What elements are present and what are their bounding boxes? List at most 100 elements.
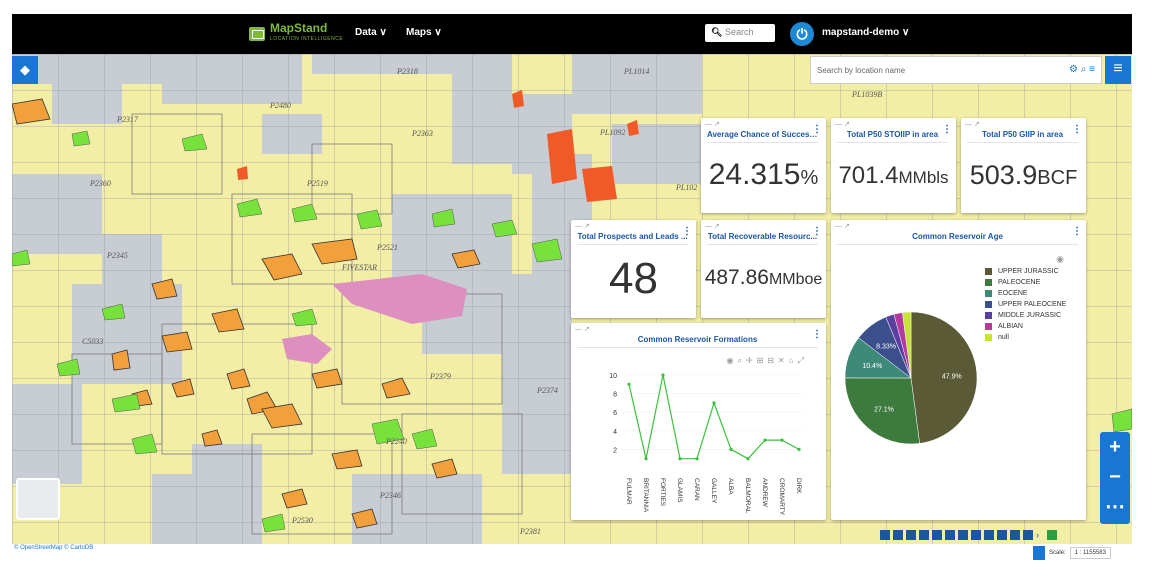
tool-icon[interactable]	[893, 530, 903, 540]
basemap-switcher[interactable]	[16, 478, 60, 520]
svg-text:C5033: C5033	[82, 337, 103, 346]
mapstand-logo[interactable]: MapStand LOCATION INTELLIGENCE	[249, 21, 344, 45]
kpi-value: 701.4MMbls	[838, 162, 949, 189]
scale-value[interactable]: 1 : 1155583	[1069, 547, 1111, 559]
tool-icon[interactable]	[945, 530, 955, 540]
search-icon[interactable]: ⌕	[1081, 64, 1087, 75]
legend-swatch	[985, 312, 992, 319]
data-point	[746, 457, 750, 461]
series-line	[628, 374, 800, 460]
legend-swatch	[985, 334, 992, 341]
panel-total-giip[interactable]: — ↗ ⋮ Total P50 GIIP in area 503.9BCF	[961, 118, 1086, 213]
legend-item[interactable]: UPPER PALEOCENE	[985, 299, 1066, 310]
location-search-placeholder: Search by location name	[817, 66, 906, 75]
power-icon[interactable]: ⏻	[790, 22, 814, 46]
panel-average-chance[interactable]: — ↗ ⋮ Average Chance of Success ... 24.3…	[701, 118, 826, 213]
zoom-out-button[interactable]: −	[1100, 462, 1130, 492]
data-point	[627, 382, 631, 386]
tool-icon[interactable]	[997, 530, 1007, 540]
svg-text:PL1014: PL1014	[623, 67, 649, 76]
legend-item[interactable]: null	[985, 332, 1066, 343]
map-credit[interactable]: © OpenStreetMap © CartoDB	[14, 545, 93, 551]
menu-button[interactable]: ≡	[1105, 56, 1131, 84]
x-tick-label: BALMORAL	[744, 478, 751, 514]
move-handle-icon[interactable]: — ↗	[705, 120, 720, 128]
x-tick-label: CROMARTY	[778, 478, 785, 516]
data-point	[712, 401, 716, 405]
location-search-input[interactable]: Search by location name ⚙ ⌕ ≡	[810, 56, 1102, 84]
user-menu[interactable]: mapstand-demo ∨	[822, 27, 909, 38]
panel-reservoir-age[interactable]: — ↗ ⋮ Common Reservoir Age ◉ 47.9% 27.1% 1…	[831, 220, 1086, 520]
x-tick-label: FULMAR	[625, 478, 632, 505]
panel-total-prospects[interactable]: — ↗ ⋮ Total Prospects and Leads ... 48	[571, 220, 696, 318]
panel-title: Total Prospects and Leads ...	[577, 232, 688, 245]
panel-total-stoiip[interactable]: — ↗ ⋮ Total P50 STOIIP in area 701.4MMbl…	[831, 118, 956, 213]
pie-legend: UPPER JURASSIC PALEOCENE EOCENE UPPER PALEO…	[985, 266, 1066, 343]
legend-swatch	[985, 323, 992, 330]
data-point	[678, 457, 682, 461]
tool-icon[interactable]	[1023, 530, 1033, 540]
gear-icon[interactable]: ⚙	[1069, 64, 1078, 75]
pie-data-label: 8.33%	[876, 344, 896, 351]
panel-total-recoverable[interactable]: — ↗ ⋮ Total Recoverable Resourc... 487.8…	[701, 220, 826, 318]
x-tick-label: GALLEY	[710, 478, 717, 504]
layers-button[interactable]: ◆	[12, 56, 38, 84]
legend-swatch	[985, 301, 992, 308]
panel-reservoir-formations[interactable]: — ↗ ⋮ Common Reservoir Formations ◉⌕✛⊞⊟✕…	[571, 323, 826, 520]
svg-text:P2530: P2530	[291, 516, 313, 525]
legend-item[interactable]: MIDDLE JURASSIC	[985, 310, 1066, 321]
legend-item[interactable]: ALBIAN	[985, 321, 1066, 332]
move-handle-icon[interactable]: — ↗	[835, 120, 850, 128]
x-tick-label: ALBA	[727, 478, 734, 495]
x-tick-label: BRITANNIA	[642, 478, 649, 513]
svg-text:P2381: P2381	[519, 527, 541, 536]
data-point	[763, 438, 767, 442]
legend-swatch	[985, 279, 992, 286]
tool-icon[interactable]	[906, 530, 916, 540]
list-icon[interactable]: ≡	[1089, 64, 1095, 75]
more-button[interactable]: ⋯	[1100, 492, 1130, 522]
move-handle-icon[interactable]: — ↗	[575, 222, 590, 230]
tool-icon[interactable]	[919, 530, 929, 540]
svg-text:P2374: P2374	[536, 386, 558, 395]
scale-icon[interactable]	[1033, 546, 1045, 560]
legend-swatch	[985, 290, 992, 297]
x-tick-label: GLAMIS	[676, 478, 683, 503]
hamburger-icon: ≡	[1113, 60, 1123, 77]
legend-item[interactable]: EOCENE	[985, 288, 1066, 299]
chevron-right-icon[interactable]: ›	[1036, 530, 1044, 540]
move-handle-icon[interactable]: — ↗	[705, 222, 720, 230]
legend-swatch	[985, 268, 992, 275]
nav-data-menu[interactable]: Data ∨	[355, 27, 387, 38]
svg-text:PL1039B: PL1039B	[851, 90, 882, 99]
move-handle-icon[interactable]: — ↗	[965, 120, 980, 128]
tool-icon[interactable]	[958, 530, 968, 540]
logo-tagline: LOCATION INTELLIGENCE	[270, 36, 344, 42]
tool-icon[interactable]	[984, 530, 994, 540]
tool-icon[interactable]	[1010, 530, 1020, 540]
nav-maps-menu[interactable]: Maps ∨	[406, 27, 442, 38]
legend-label: PALEOCENE	[998, 279, 1041, 286]
data-point	[797, 447, 801, 451]
svg-text:P2379: P2379	[429, 372, 451, 381]
svg-text:PL1092: PL1092	[599, 128, 625, 137]
legend-label: MIDDLE JURASSIC	[998, 312, 1062, 319]
tool-icon[interactable]	[932, 530, 942, 540]
kpi-value: 24.315%	[708, 158, 819, 191]
tool-icon[interactable]	[971, 530, 981, 540]
data-point	[661, 373, 665, 377]
legend-item[interactable]: UPPER JURASSIC	[985, 266, 1066, 277]
panel-title: Average Chance of Success ...	[707, 130, 818, 143]
legend-item[interactable]: PALEOCENE	[985, 277, 1066, 288]
y-tick-label: 6	[613, 410, 617, 417]
data-point	[780, 438, 784, 442]
zoom-in-button[interactable]: +	[1100, 432, 1130, 462]
grid-icon[interactable]	[1047, 530, 1057, 540]
tool-icon[interactable]	[880, 530, 890, 540]
header-search-input[interactable]: 🔍︎ Search	[705, 24, 775, 42]
y-tick-label: 2	[613, 447, 617, 454]
layer-toolbar[interactable]: ›	[880, 528, 1057, 542]
svg-text:P2346: P2346	[379, 491, 401, 500]
search-placeholder: Search	[724, 27, 754, 37]
logo-name: MapStand	[270, 21, 328, 35]
